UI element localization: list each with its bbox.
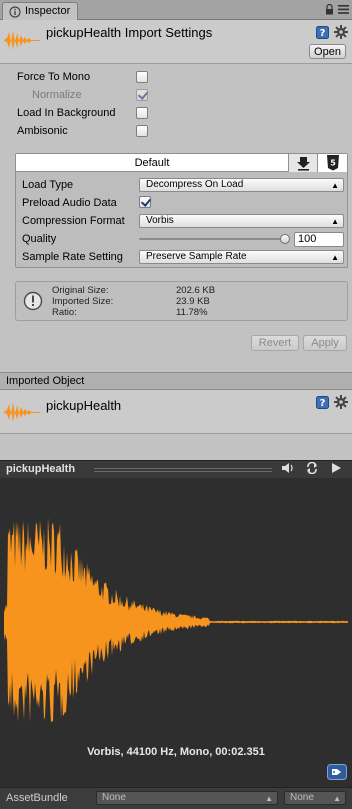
load-type-value: Decompress On Load [146,179,244,190]
preview-toolbar: pickupHealth [0,460,352,478]
dropdown-arrow-icon: ▲︎ [265,794,273,803]
html5-icon: 5 [327,155,339,171]
revert-button[interactable]: Revert [251,335,299,351]
imported-object-panel: pickupHealth ? [0,390,352,434]
tab-standalone[interactable] [288,154,317,172]
asset-bundle-variant-value: None [290,792,314,803]
waveform [4,517,348,723]
imported-size-label: Imported Size: [52,296,114,307]
force-to-mono-label: Force To Mono [17,71,91,83]
quality-value-field[interactable]: 100 [294,232,344,247]
quality-label: Quality [22,233,57,245]
original-size-label: Original Size: [52,285,109,296]
tab-inspector[interactable]: Inspector [2,2,78,20]
load-type-label: Load Type [22,179,74,191]
asset-bundle-variant-dropdown[interactable]: None ▲︎ [284,791,346,805]
imported-object-header: Imported Object [0,372,352,390]
sample-rate-setting-value: Preserve Sample Rate [146,251,247,262]
gear-icon[interactable] [334,395,348,409]
preview-title: pickupHealth [6,463,76,475]
asset-label-icon[interactable] [327,764,347,780]
preload-audio-data-label: Preload Audio Data [22,197,117,209]
page-title: pickupHealth Import Settings [46,25,213,40]
tab-bar: Inspector [0,0,352,20]
info-icon [9,6,21,18]
auto-play-button[interactable] [278,462,298,478]
audio-clip-icon [4,30,40,50]
load-type-dropdown[interactable]: Decompress On Load ▲︎ [139,178,344,192]
dropdown-arrow-icon: ▲︎ [331,181,339,190]
quality-slider-track [139,238,289,240]
menu-icon[interactable] [338,5,349,14]
compression-format-dropdown[interactable]: Vorbis ▲︎ [139,214,344,228]
imported-object-title: Imported Object [6,375,85,387]
force-to-mono-checkbox[interactable] [136,71,148,83]
loop-button[interactable] [302,461,322,478]
tab-default-platform[interactable]: Default [16,154,288,172]
ambisonic-label: Ambisonic [17,125,68,137]
original-size-value: 202.6 KB [176,285,216,296]
asset-bundle-bar: AssetBundle None ▲︎ None ▲︎ [0,787,352,809]
imported-object-name: pickupHealth [46,398,122,413]
help-icon[interactable]: ? [316,395,329,409]
open-button[interactable]: Open [309,44,346,59]
ambisonic-checkbox[interactable] [136,125,148,137]
loop-icon [307,461,317,475]
inspector-header: pickupHealth Import Settings ? Open [0,20,352,64]
audio-preview-area[interactable]: Vorbis, 44100 Hz, Mono, 00:02.351 [0,478,352,787]
svg-text:?: ? [320,398,326,409]
import-info-box: Original Size: 202.6 KB Imported Size: 2… [15,281,348,321]
speaker-icon [282,463,293,473]
ratio-label: Ratio: [52,307,77,318]
svg-text:?: ? [320,28,326,39]
normalize-checkbox[interactable] [136,89,148,101]
gear-icon[interactable] [334,25,348,39]
audio-clip-icon [4,402,40,422]
normalize-label: Normalize [32,89,82,101]
load-in-background-label: Load In Background [17,107,116,119]
sample-rate-setting-dropdown[interactable]: Preserve Sample Rate ▲︎ [139,250,344,264]
asset-bundle-name-dropdown[interactable]: None ▲︎ [96,791,278,805]
play-icon [332,463,341,473]
dropdown-arrow-icon: ▲︎ [331,217,339,226]
preview-resize-handle[interactable] [94,468,272,472]
imported-size-value: 23.9 KB [176,296,210,307]
apply-button[interactable]: Apply [303,335,347,351]
preload-audio-data-checkbox[interactable] [139,196,151,208]
quality-slider-thumb[interactable] [280,234,290,244]
dropdown-arrow-icon: ▲︎ [333,794,341,803]
compression-format-label: Compression Format [22,215,125,227]
tab-inspector-label: Inspector [25,5,71,17]
asset-bundle-label: AssetBundle [6,792,68,804]
audio-info-caption: Vorbis, 44100 Hz, Mono, 00:02.351 [87,746,265,758]
tab-webgl[interactable]: 5 [317,154,347,172]
play-button[interactable] [326,462,346,478]
dropdown-arrow-icon: ▲︎ [331,253,339,262]
waveform-shape [4,517,348,723]
asset-bundle-name-value: None [102,792,126,803]
ratio-value: 11.78% [176,307,208,318]
platform-settings-box: Default 5 Load Type Decompress On Load ▲… [15,153,348,268]
platform-tab-bar: Default 5 [16,154,347,172]
svg-text:5: 5 [330,159,336,168]
compression-format-value: Vorbis [146,215,174,226]
download-icon [297,157,310,171]
quality-slider[interactable] [139,233,291,245]
load-in-background-checkbox[interactable] [136,107,148,119]
help-icon[interactable]: ? [316,25,329,39]
info-icon [23,291,43,311]
lock-icon[interactable] [325,4,334,15]
sample-rate-setting-label: Sample Rate Setting [22,251,123,263]
